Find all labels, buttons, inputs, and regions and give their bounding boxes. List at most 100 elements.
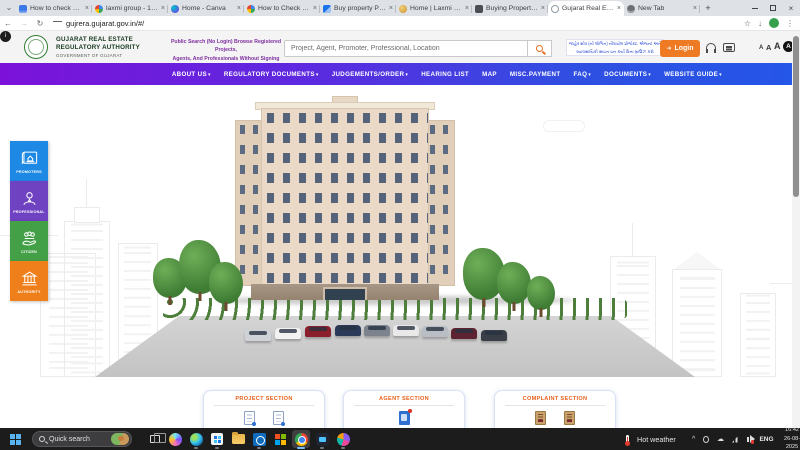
weather-widget[interactable]: Hot weather (626, 428, 676, 450)
nav-documents[interactable]: DOCUMENTS▾ (604, 71, 651, 78)
tab-1[interactable]: How to check RERA × (16, 1, 92, 16)
tray-chevron-up-icon[interactable]: ^ (692, 436, 695, 443)
headphones-support-icon[interactable] (706, 43, 716, 50)
colorful-app-button[interactable] (334, 430, 352, 448)
copilot-button[interactable] (166, 430, 184, 448)
nav-misc-payment[interactable]: MISC.PAYMENT (510, 71, 561, 78)
tile-label: AUTHORITY (17, 290, 40, 294)
building (235, 108, 455, 300)
close-icon[interactable]: × (159, 5, 165, 12)
font-size-large-button[interactable]: A (774, 41, 781, 51)
complaint-status-icon[interactable] (564, 411, 575, 425)
tab-7[interactable]: Buying Property Pict × (472, 1, 548, 16)
site-header: GUJARAT REAL ESTATE REGULATORY AUTHORITY… (0, 31, 800, 63)
nav-faq[interactable]: FAQ▾ (574, 71, 592, 78)
sidebar-item-authority[interactable]: AUTHORITY (10, 261, 48, 301)
close-icon[interactable]: × (463, 5, 469, 12)
close-icon[interactable]: × (83, 5, 89, 12)
colorful-app-icon (337, 433, 350, 446)
taskbar-search-box[interactable]: Quick search (32, 431, 132, 447)
screen: ⌄ How to check RERA × laxmi group - 1280… (0, 0, 800, 450)
url-text[interactable]: gujrera.gujarat.gov.in/#/ (66, 19, 144, 28)
profile-avatar[interactable] (769, 18, 779, 28)
window-minimize-button[interactable] (746, 0, 764, 16)
window-maximize-button[interactable] (764, 0, 782, 16)
page-scrollbar-thumb[interactable] (793, 36, 799, 197)
agent-directory-icon[interactable] (399, 411, 410, 425)
refresh-icon[interactable]: ↻ (32, 19, 48, 28)
tab-4[interactable]: How to Check Gujar × (244, 1, 320, 16)
outlook-button[interactable] (250, 430, 268, 448)
tab-3[interactable]: Home - Canva × (168, 1, 244, 16)
microsoft-store-icon (211, 433, 223, 445)
close-icon[interactable]: × (235, 5, 241, 12)
close-icon[interactable]: × (615, 5, 621, 12)
new-tab-button[interactable]: + (702, 2, 714, 14)
tile-label: PROMOTERS (16, 170, 42, 174)
sidebar-item-promoters[interactable]: PROMOTERS (10, 141, 48, 181)
agent-section-card[interactable]: AGENT SECTION (343, 390, 465, 428)
sidebar-item-professional[interactable]: PROFESSIONAL (10, 181, 48, 221)
login-button[interactable]: ➜ Login (660, 40, 700, 57)
close-icon[interactable]: × (311, 5, 317, 12)
windows-taskbar: Quick search Hot weather ^ ☁ ENG 16:42 2… (0, 428, 800, 450)
language-indicator[interactable]: ENG (759, 436, 773, 443)
start-button[interactable] (10, 428, 15, 450)
close-icon[interactable]: × (691, 5, 697, 12)
tab-6[interactable]: Home | Laxmi Gold × (396, 1, 472, 16)
parked-car (364, 325, 390, 336)
volume-muted-icon[interactable] (747, 437, 750, 442)
project-section-card[interactable]: PROJECT SECTION (203, 390, 325, 428)
project-details-icon[interactable] (273, 411, 284, 425)
tree (209, 262, 243, 304)
onedrive-cloud-icon[interactable]: ☁ (717, 435, 724, 443)
accessibility-icon[interactable]: i (0, 31, 11, 42)
download-icon[interactable]: ↓ (758, 19, 762, 28)
forward-icon[interactable]: → (16, 19, 32, 28)
nav-hearing-list[interactable]: HEARING LIST (421, 71, 469, 78)
back-icon[interactable]: ← (0, 19, 16, 28)
page-scrollbar-track[interactable] (792, 31, 800, 428)
bookmark-star-icon[interactable]: ☆ (744, 19, 751, 28)
file-explorer-button[interactable] (229, 430, 247, 448)
edge-button[interactable] (187, 430, 205, 448)
parked-car (305, 326, 331, 337)
tab-search-chevron-icon[interactable]: ⌄ (4, 3, 14, 13)
font-size-medium-button[interactable]: A (766, 43, 771, 52)
tab-8-active[interactable]: Gujarat Real Estate R × (548, 1, 624, 16)
nav-regulatory-documents[interactable]: REGULATORY DOCUMENTS▾ (224, 71, 319, 78)
site-search-input[interactable] (284, 40, 528, 57)
task-view-button[interactable] (146, 430, 164, 448)
close-icon[interactable]: × (387, 5, 393, 12)
chrome-button-active[interactable] (292, 430, 310, 448)
m365-button[interactable] (271, 430, 289, 448)
tab-2[interactable]: laxmi group - 1280 × (92, 1, 168, 16)
nav-judgements-order[interactable]: JUDGEMENTS/ORDER▾ (332, 71, 409, 78)
complaint-section-card[interactable]: COMPLAINT SECTION (494, 390, 616, 428)
sidebar-item-citizen[interactable]: CITIZEN (10, 221, 48, 261)
blueprint-icon (20, 149, 39, 168)
nav-map[interactable]: MAP (482, 71, 497, 78)
tab-5[interactable]: Buy property Photo × (320, 1, 396, 16)
store-button[interactable] (208, 430, 226, 448)
search-button[interactable] (528, 40, 552, 57)
close-icon[interactable]: × (539, 5, 545, 12)
browser-menu-icon[interactable]: ⋮ (786, 19, 794, 28)
font-size-small-button[interactable]: A (759, 45, 763, 51)
screen-reader-icon[interactable] (723, 43, 735, 52)
window-close-button[interactable]: × (782, 0, 800, 16)
card-title: COMPLAINT SECTION (495, 396, 615, 402)
card-title: AGENT SECTION (344, 396, 464, 402)
dark-app-button[interactable] (313, 430, 331, 448)
tray-ring-icon[interactable] (703, 436, 709, 443)
network-icon[interactable] (732, 436, 739, 443)
complaint-form-icon[interactable] (535, 411, 546, 425)
tab-9[interactable]: New Tab × (624, 1, 700, 16)
nav-website-guide[interactable]: WEBSITE GUIDE▾ (664, 71, 722, 78)
task-view-icon (150, 435, 160, 443)
site-info-icon[interactable] (52, 19, 62, 27)
clock[interactable]: 16:42 26-08-2025 (782, 426, 800, 450)
project-list-icon[interactable] (244, 411, 255, 425)
browser-address-bar: ← → ↻ gujrera.gujarat.gov.in/#/ ☆ ↓ ⋮ (0, 16, 800, 31)
nav-about-us[interactable]: ABOUT US▾ (172, 71, 211, 78)
